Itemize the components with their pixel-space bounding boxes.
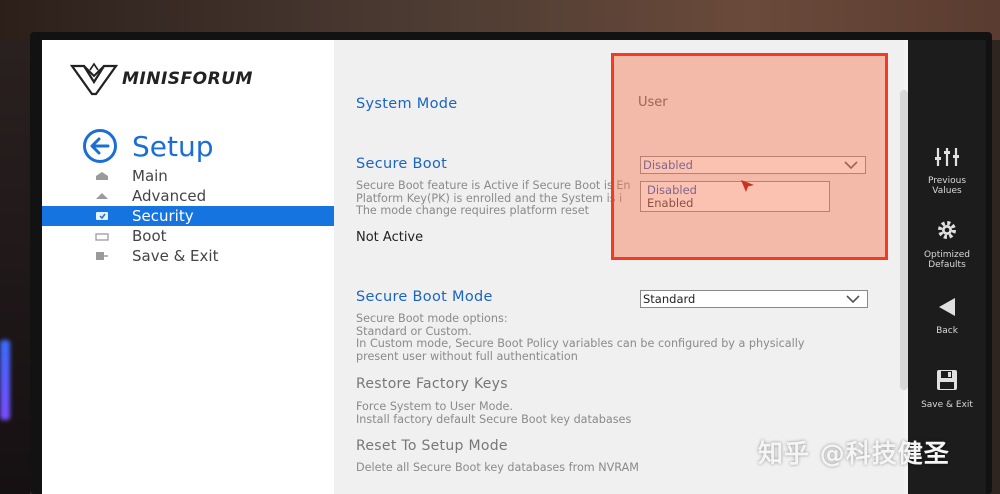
setup-header: Setup xyxy=(82,128,214,164)
sidebar-item-boot[interactable]: Boot xyxy=(42,226,334,246)
optimized-defaults-button[interactable]: Optimized Defaults xyxy=(908,218,986,271)
sidebar-item-security[interactable]: Security xyxy=(42,206,334,226)
secure-boot-mode-label[interactable]: Secure Boot Mode xyxy=(356,289,493,305)
chevron-down-icon xyxy=(845,292,861,309)
mouse-cursor-icon xyxy=(740,178,756,197)
sidebar-item-label: Main xyxy=(132,167,168,185)
back-button[interactable]: Back xyxy=(908,296,986,336)
highlight-box xyxy=(611,53,888,260)
boot-icon xyxy=(94,231,110,241)
system-mode-label: System Mode xyxy=(356,96,458,112)
sidebar-item-save-exit[interactable]: Save & Exit xyxy=(42,246,334,266)
brand-logo: MINISFORUM xyxy=(70,62,253,96)
secure-boot-status: Not Active xyxy=(356,230,424,245)
sidebar-item-label: Boot xyxy=(132,227,167,245)
back-arrow-icon[interactable] xyxy=(82,128,118,164)
gear-icon xyxy=(938,221,956,239)
background-left xyxy=(0,40,30,494)
sidebar-item-label: Save & Exit xyxy=(132,247,219,265)
left-panel: MINISFORUM Setup Main Advanced Security … xyxy=(42,40,334,494)
scrollbar[interactable] xyxy=(900,90,908,390)
save-icon xyxy=(937,370,957,390)
secure-boot-label[interactable]: Secure Boot xyxy=(356,156,447,172)
restore-factory-keys-description: Force System to User Mode. Install facto… xyxy=(356,400,632,426)
sidebar-item-main[interactable]: Main xyxy=(42,166,334,186)
secure-boot-mode-description: Secure Boot mode options: Standard or Cu… xyxy=(356,312,805,363)
reset-setup-mode-label[interactable]: Reset To Setup Mode xyxy=(356,438,508,454)
exit-icon xyxy=(94,251,110,261)
secure-boot-mode-select[interactable]: Standard xyxy=(640,290,868,308)
advanced-icon xyxy=(94,191,110,201)
secure-boot-description: Secure Boot feature is Active if Secure … xyxy=(356,180,631,217)
action-rail: Previous Values Optimized Defaults Back xyxy=(908,40,986,494)
watermark: 知乎 @科技健圣 xyxy=(758,439,950,468)
brand-name: MINISFORUM xyxy=(122,69,253,89)
page-title: Setup xyxy=(132,129,214,163)
sidebar-item-advanced[interactable]: Advanced xyxy=(42,186,334,206)
home-icon xyxy=(94,171,110,181)
sidebar-item-label: Advanced xyxy=(132,187,207,205)
sidebar-item-label: Security xyxy=(132,207,194,225)
restore-factory-keys-label[interactable]: Restore Factory Keys xyxy=(356,376,508,392)
brand-logo-icon xyxy=(70,62,118,96)
sidebar-nav: Main Advanced Security Boot Save & Exit xyxy=(42,166,334,266)
shield-icon xyxy=(94,211,110,221)
led-light xyxy=(0,340,10,420)
reset-setup-mode-description: Delete all Secure Boot key databases fro… xyxy=(356,461,639,474)
save-exit-button[interactable]: Save & Exit xyxy=(908,368,986,410)
sliders-icon xyxy=(935,148,959,166)
back-triangle-icon xyxy=(939,298,955,316)
previous-values-button[interactable]: Previous Values xyxy=(908,146,986,197)
